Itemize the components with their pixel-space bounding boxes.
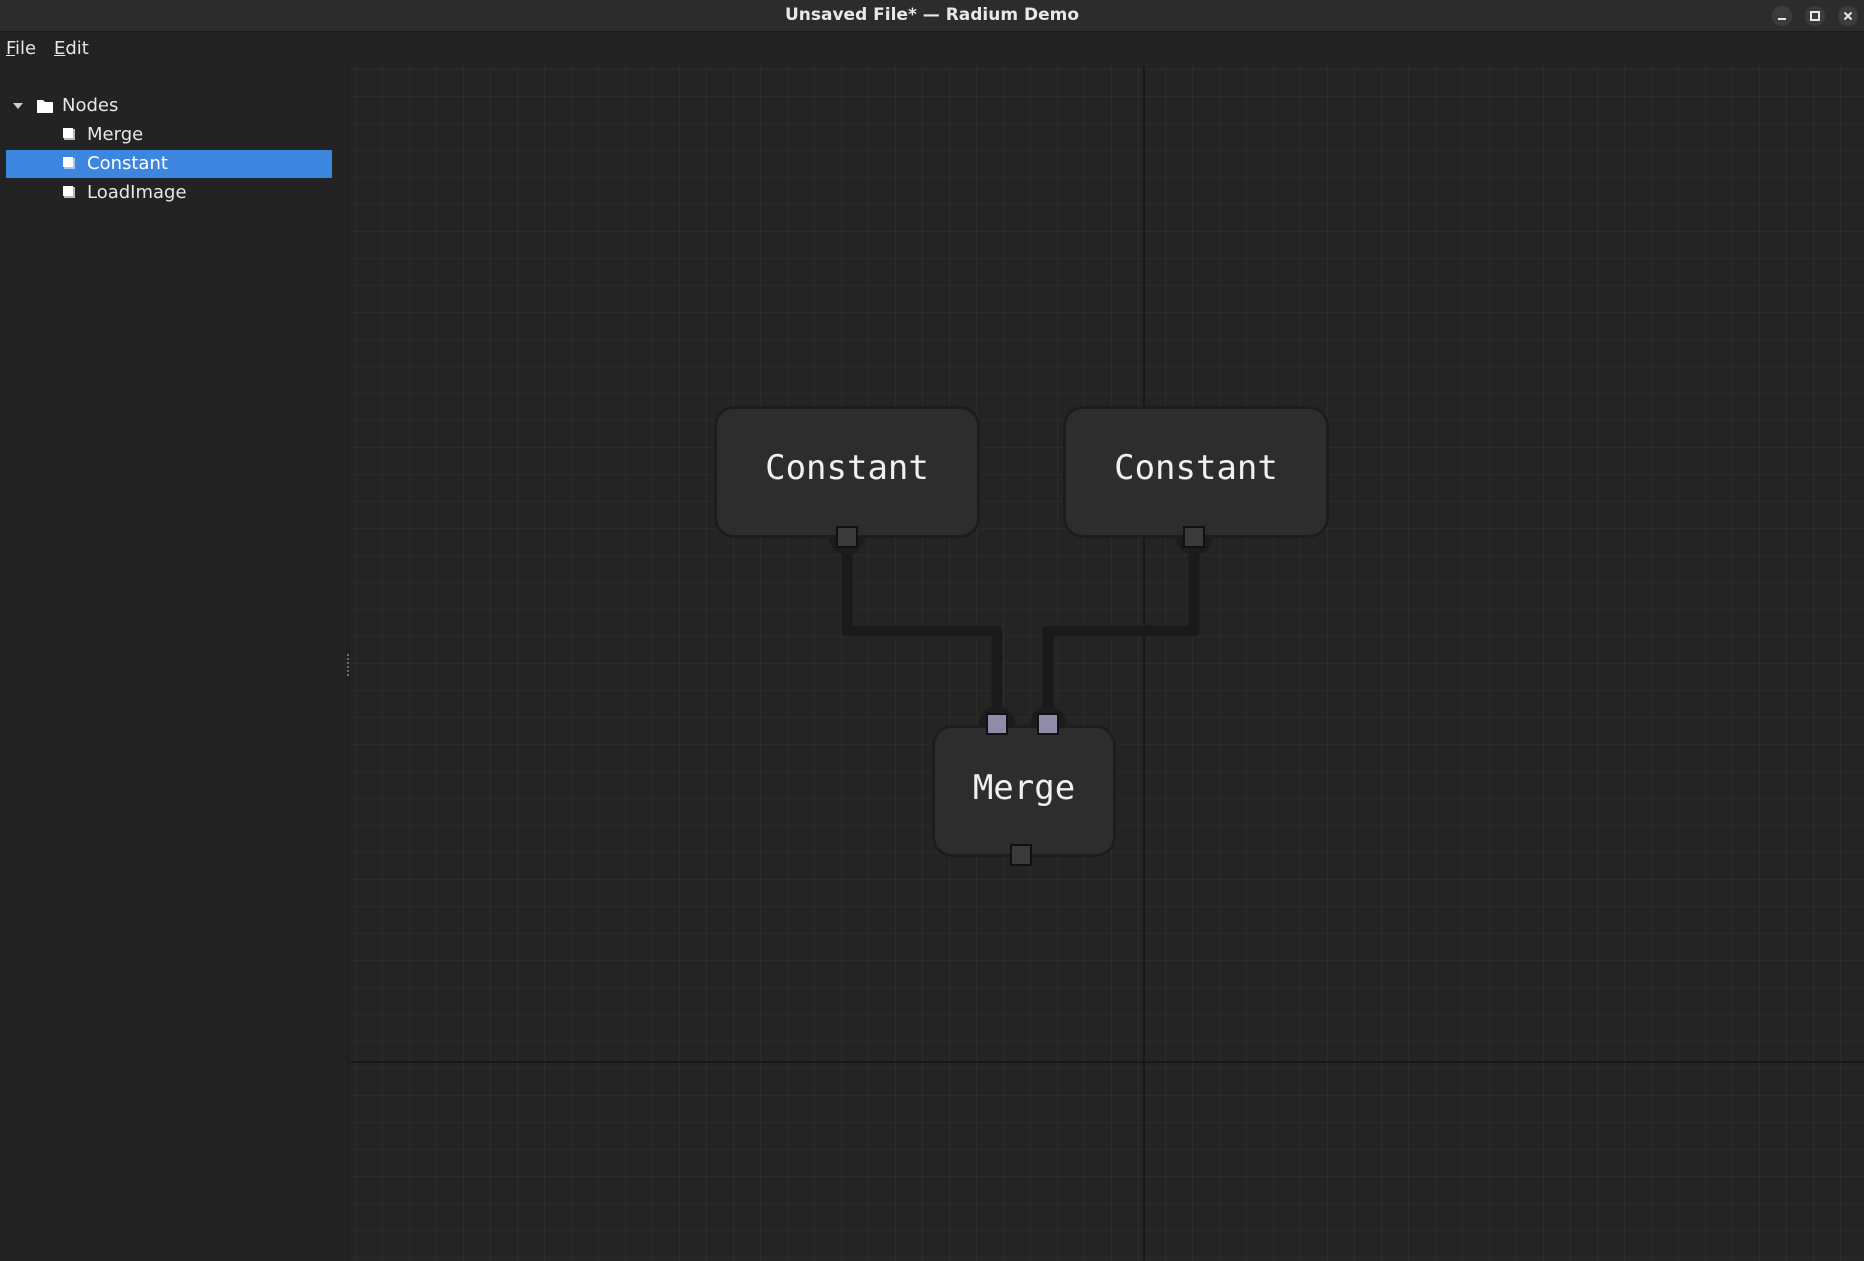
output-port[interactable] <box>1010 844 1032 866</box>
node-label: Constant <box>1114 448 1278 488</box>
minimize-icon <box>1778 18 1786 20</box>
tree-item-constant[interactable]: Constant <box>6 150 332 178</box>
output-port[interactable] <box>836 526 858 548</box>
tree-item-loadimage[interactable]: LoadImage <box>6 179 332 207</box>
chevron-down-icon[interactable] <box>12 92 24 120</box>
maximize-icon <box>1810 11 1820 21</box>
tree-item-merge[interactable]: Merge <box>6 121 332 149</box>
node-tree-panel: Nodes Merge Constant LoadImage <box>0 66 346 1261</box>
output-port[interactable] <box>1183 526 1205 548</box>
app-window: Unsaved File* — Radium Demo File Edit No… <box>0 0 1864 1261</box>
menu-edit[interactable]: Edit <box>54 38 89 59</box>
tree-item-label: Merge <box>87 124 144 145</box>
folder-icon <box>37 100 53 113</box>
node-constant-1[interactable]: Constant <box>714 406 980 538</box>
node-label: Constant <box>765 448 929 488</box>
node-icon <box>63 186 75 198</box>
input-port[interactable] <box>986 713 1008 735</box>
node-merge[interactable]: Merge <box>932 725 1116 857</box>
node-icon <box>63 157 75 169</box>
node-constant-2[interactable]: Constant <box>1063 406 1329 538</box>
connection-wire <box>841 530 1003 732</box>
node-graph-canvas[interactable]: Constant Constant Merge <box>350 66 1864 1261</box>
menu-bar: File Edit <box>0 32 1864 65</box>
node-label: Merge <box>972 768 1076 808</box>
connection-wire <box>1042 530 1200 732</box>
close-button[interactable] <box>1838 6 1858 26</box>
node-icon <box>63 128 75 140</box>
tree-item-label: Constant <box>87 153 168 174</box>
input-port[interactable] <box>1037 713 1059 735</box>
tree-item-label: LoadImage <box>87 182 187 203</box>
menu-edit-label: dit <box>65 38 89 59</box>
tree-item-label: Nodes <box>62 95 119 116</box>
menu-file-mnemonic: F <box>6 38 16 59</box>
tree-item-nodes[interactable]: Nodes <box>6 92 332 120</box>
connection-wires <box>841 530 1200 732</box>
menu-file[interactable]: File <box>6 38 36 59</box>
title-bar[interactable]: Unsaved File* — Radium Demo <box>0 0 1864 32</box>
splitter-grip-icon <box>347 654 349 678</box>
window-title: Unsaved File* — Radium Demo <box>784 5 1080 25</box>
menu-edit-mnemonic: E <box>54 38 66 59</box>
close-icon <box>1843 11 1853 21</box>
maximize-button[interactable] <box>1805 6 1825 26</box>
menu-file-label: ile <box>15 38 37 59</box>
minimize-button[interactable] <box>1772 6 1792 26</box>
